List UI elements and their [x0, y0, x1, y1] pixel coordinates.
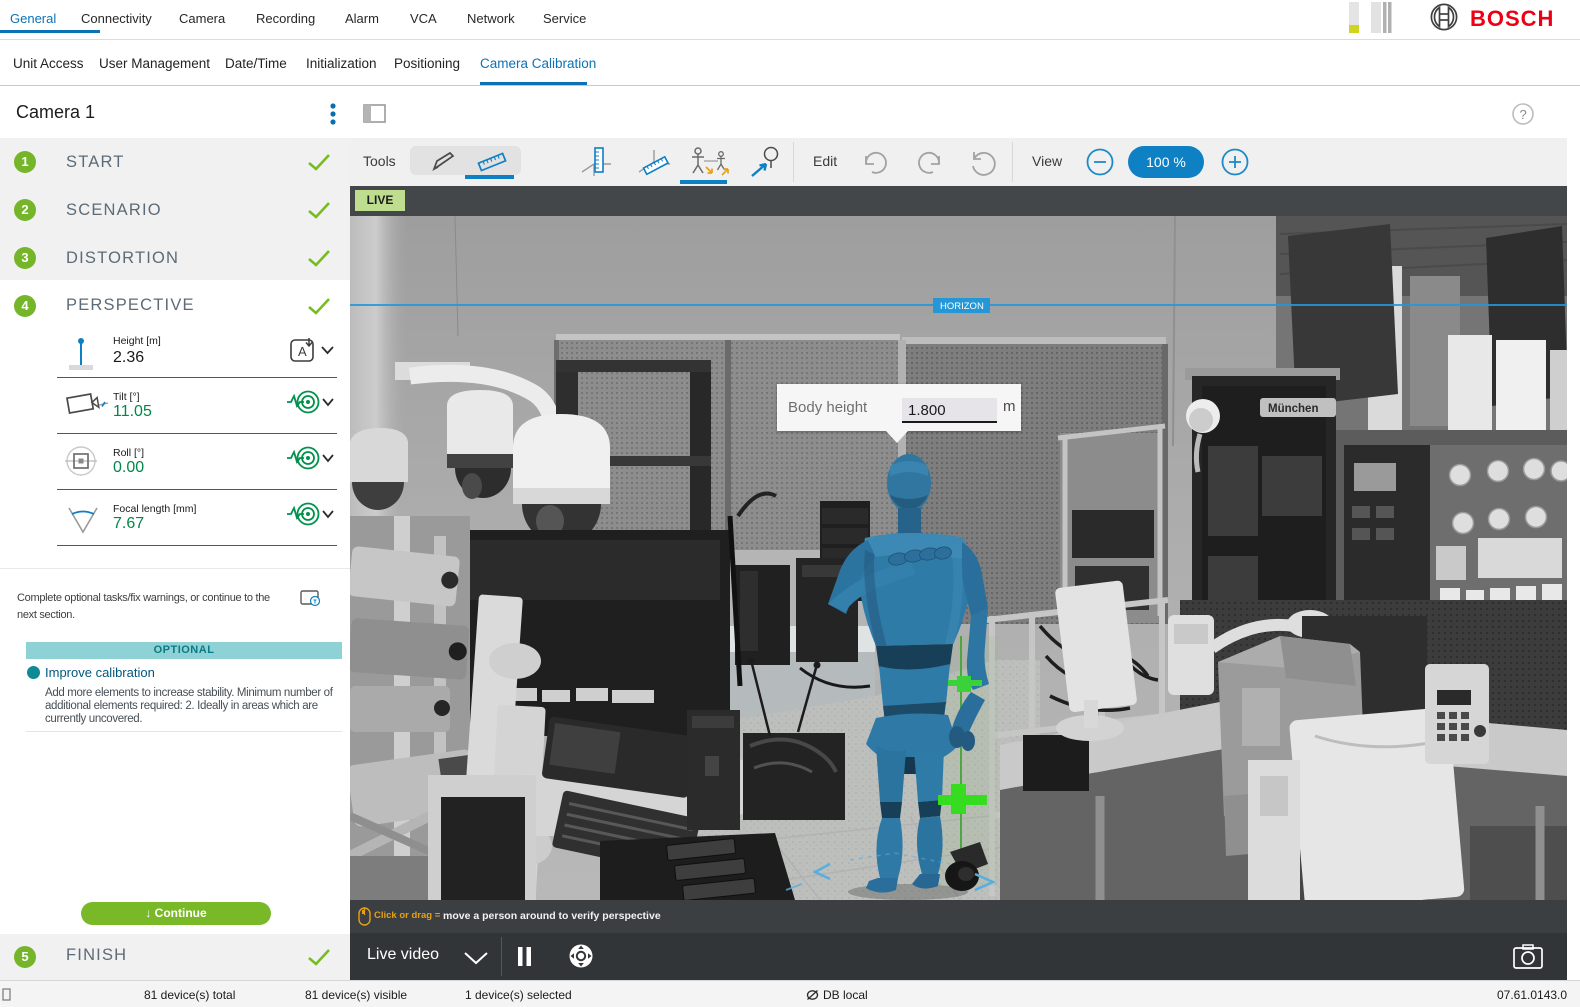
svg-text:HORIZON: HORIZON [940, 301, 984, 312]
svg-text:A: A [298, 344, 307, 359]
svg-text:?: ? [1520, 107, 1527, 122]
svg-text:München: München [1268, 403, 1318, 415]
